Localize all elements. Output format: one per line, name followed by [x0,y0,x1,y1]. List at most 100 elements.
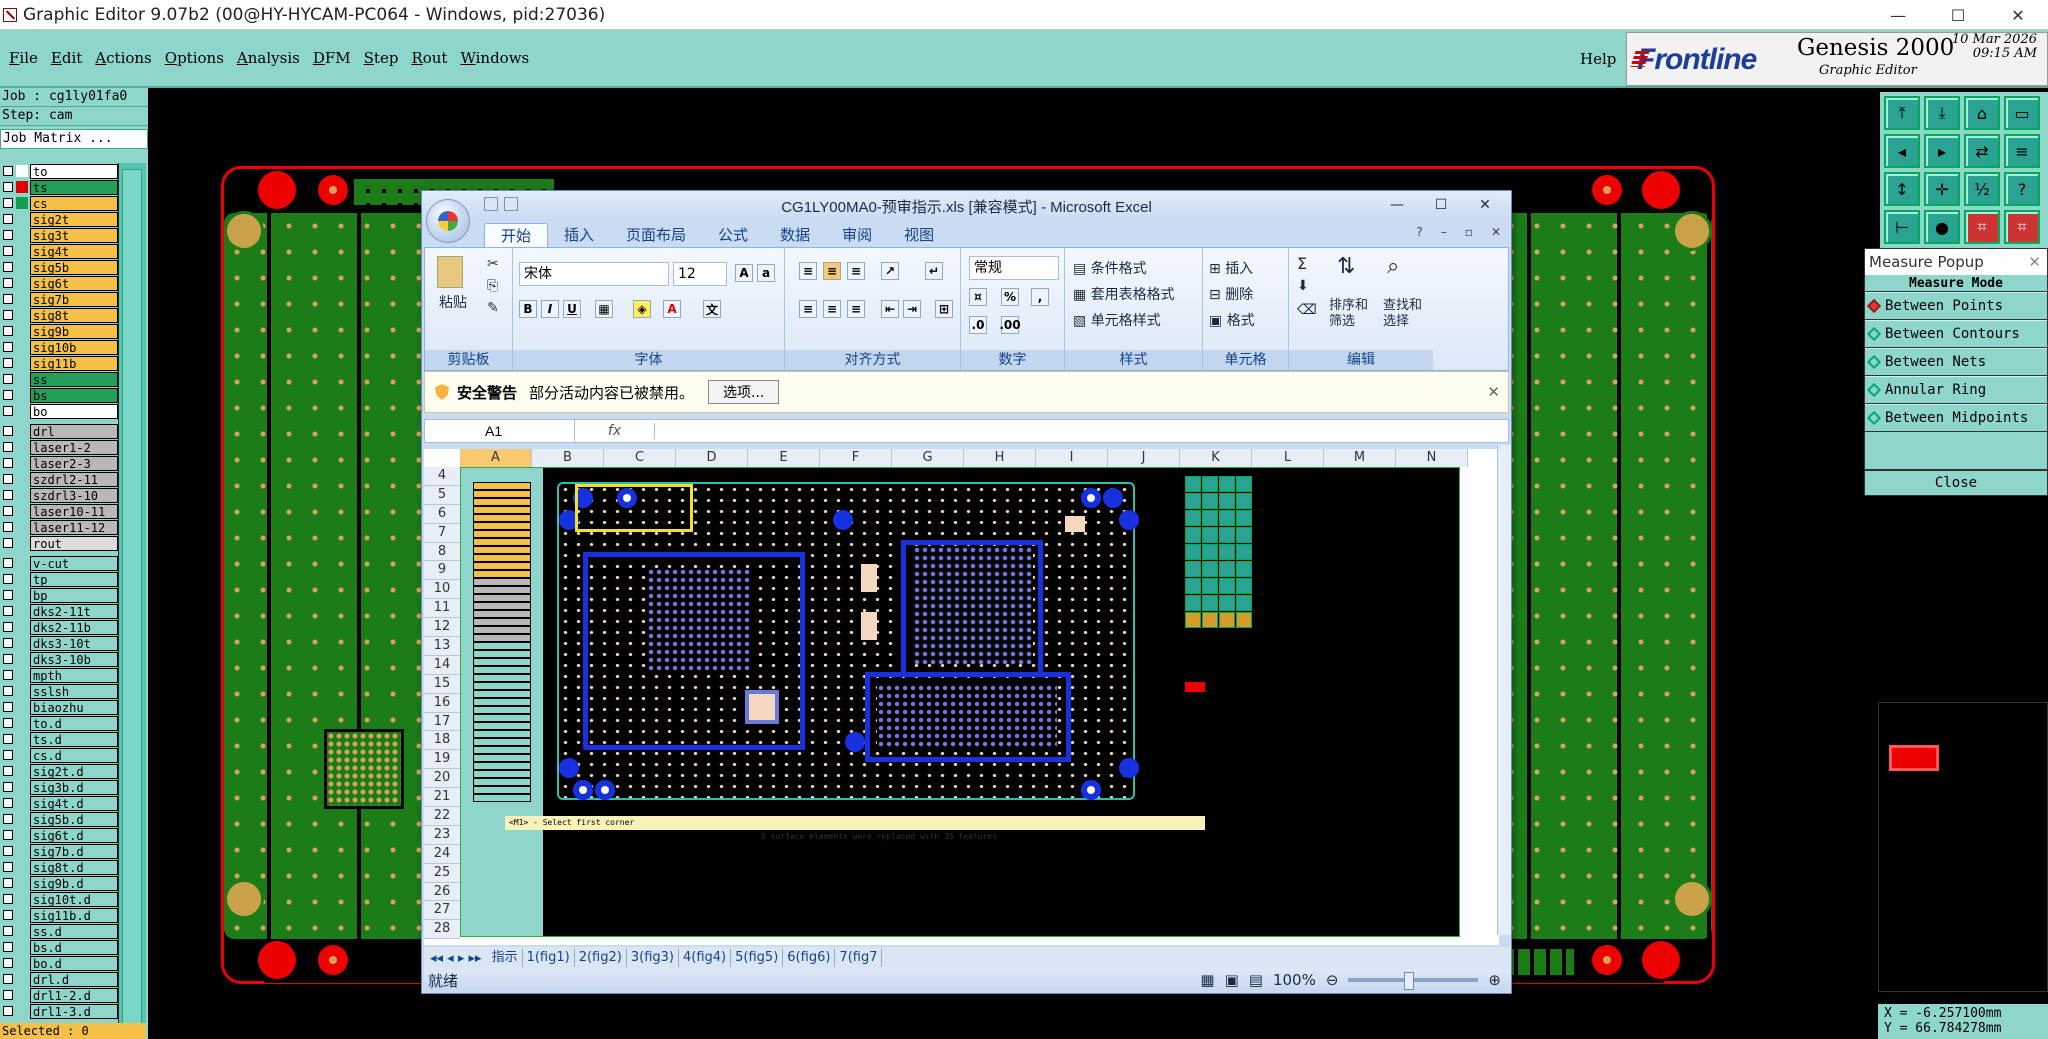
cut-icon[interactable]: ✂ [487,256,499,272]
paste-button[interactable]: 粘贴 [439,292,467,312]
phonetic-icon[interactable]: 文 [703,300,721,318]
layer-row[interactable]: sig6t [0,275,118,291]
layer-checkbox[interactable] [3,278,13,288]
layer-name[interactable]: laser1-2 [30,439,118,455]
sheet-tab[interactable]: 5(fig5) [731,949,784,967]
layer-checkbox[interactable] [3,198,13,208]
row-header[interactable]: 23 [424,825,460,845]
measure-annular-ring[interactable]: Annular Ring [1865,376,2047,404]
column-header[interactable]: D [676,449,748,467]
layer-row[interactable]: sig8t.d [0,859,118,875]
sheet-tab[interactable]: 3(fig3) [627,949,679,967]
layer-checkbox[interactable] [3,214,13,224]
clear-icon[interactable]: ⌫ [1297,302,1317,318]
layer-name[interactable]: tp [30,571,118,587]
vertical-scrollbar[interactable] [1497,445,1511,935]
restore-icon[interactable]: ▫ [1465,225,1473,239]
row-header[interactable]: 10 [424,580,460,600]
currency-icon[interactable]: ¤ [969,288,987,306]
layer-row[interactable]: sig9b.d [0,875,118,891]
menu-file[interactable]: File [9,49,38,67]
layer-row[interactable]: ss [0,371,118,387]
menu-options[interactable]: Options [165,49,224,67]
layer-checkbox[interactable] [3,574,13,584]
layer-checkbox[interactable] [3,262,13,272]
row-header[interactable]: 19 [424,750,460,770]
shrink-font-icon[interactable]: a [757,264,775,282]
excel-close-button[interactable]: ✕ [1463,191,1507,219]
layer-checkbox[interactable] [3,406,13,416]
layer-row[interactable]: dks3-10b [0,651,118,667]
layer-name[interactable]: sig8t [30,307,118,323]
column-header[interactable]: I [1036,449,1108,467]
layer-checkbox[interactable] [3,230,13,240]
row-header[interactable]: 20 [424,769,460,789]
zoom-level[interactable]: 100% [1273,971,1316,989]
column-header[interactable]: H [964,449,1036,467]
layer-name[interactable]: dks2-11b [30,619,118,635]
align-left-icon[interactable]: ≡ [799,300,817,318]
layer-name[interactable]: drl.d [30,971,118,987]
layer-row[interactable]: dks2-11b [0,619,118,635]
layer-checkbox[interactable] [3,442,13,452]
layer-row[interactable]: sig4t.d [0,795,118,811]
maximize-button[interactable]: ☐ [1928,0,1988,30]
close-icon[interactable]: ✕ [1487,383,1500,401]
sheet-tab[interactable]: 6(fig6) [783,949,836,967]
tab-page-layout[interactable]: 页面布局 [610,223,702,247]
layer-checkbox[interactable] [3,538,13,548]
layer-checkbox[interactable] [3,734,13,744]
layer-row[interactable]: ts [0,179,118,195]
row-header[interactable]: 24 [424,844,460,864]
layer-checkbox[interactable] [3,974,13,984]
row-header[interactable]: 16 [424,693,460,713]
layer-name[interactable]: ts [30,179,118,195]
align-right-icon[interactable]: ≡ [847,300,865,318]
layer-name[interactable]: laser2-3 [30,455,118,471]
layer-row[interactable]: cs.d [0,747,118,763]
layer-name[interactable]: biaozhu [30,699,118,715]
layer-row[interactable]: bo [0,403,118,419]
window-icon[interactable]: ▭ [2004,96,2040,130]
layer-row[interactable]: to.d [0,715,118,731]
row-header[interactable]: 12 [424,618,460,638]
layer-name[interactable]: rout [30,535,118,551]
excel-minimize-button[interactable]: — [1375,191,1419,219]
row-header[interactable]: 4 [424,467,460,486]
layer-checkbox[interactable] [3,926,13,936]
align-center-icon[interactable]: ≡ [823,300,841,318]
measure-between-nets[interactable]: Between Nets [1865,348,2047,376]
tab-formulas[interactable]: 公式 [702,223,764,247]
row-header[interactable]: 25 [424,863,460,883]
page-break-icon[interactable]: ▤ [1249,971,1263,989]
layer-name[interactable]: sig11b [30,355,118,371]
home-bottom-icon[interactable]: ⤓ [1924,96,1960,130]
layer-name[interactable]: sig9b.d [30,875,118,891]
increase-decimal-icon[interactable]: .0 [969,316,987,334]
row-header[interactable]: 7 [424,523,460,543]
sheet-tab[interactable]: 4(fig4) [679,949,732,967]
layer-name[interactable]: sig3b.d [30,779,118,795]
fill-icon[interactable]: ⬇ [1297,278,1309,294]
layer-row[interactable]: szdrl2-11 [0,471,118,487]
layer-name[interactable]: bs.d [30,939,118,955]
tab-insert[interactable]: 插入 [548,223,610,247]
layer-row[interactable]: drl1-3.d [0,1003,118,1019]
layer-row[interactable]: laser10-11 [0,503,118,519]
layer-name[interactable]: sig5b [30,259,118,275]
nav-right-icon[interactable]: ▸ [1924,134,1960,168]
layer-checkbox[interactable] [3,606,13,616]
layer-checkbox[interactable] [3,474,13,484]
layer-row[interactable]: drl [0,423,118,439]
layer-checkbox[interactable] [3,894,13,904]
layer-name[interactable]: sig7b [30,291,118,307]
measure-icon[interactable]: ⊢ [1884,210,1920,244]
home-icon[interactable]: ⌂ [1964,96,2000,130]
layer-row[interactable]: szdrl3-10 [0,487,118,503]
layer-checkbox[interactable] [3,342,13,352]
probe-icon[interactable]: ● [1924,210,1960,244]
layer-checkbox[interactable] [3,846,13,856]
layer-row[interactable]: sig7b.d [0,843,118,859]
align-top-icon[interactable]: ≡ [799,262,817,280]
layer-row[interactable]: bo.d [0,955,118,971]
